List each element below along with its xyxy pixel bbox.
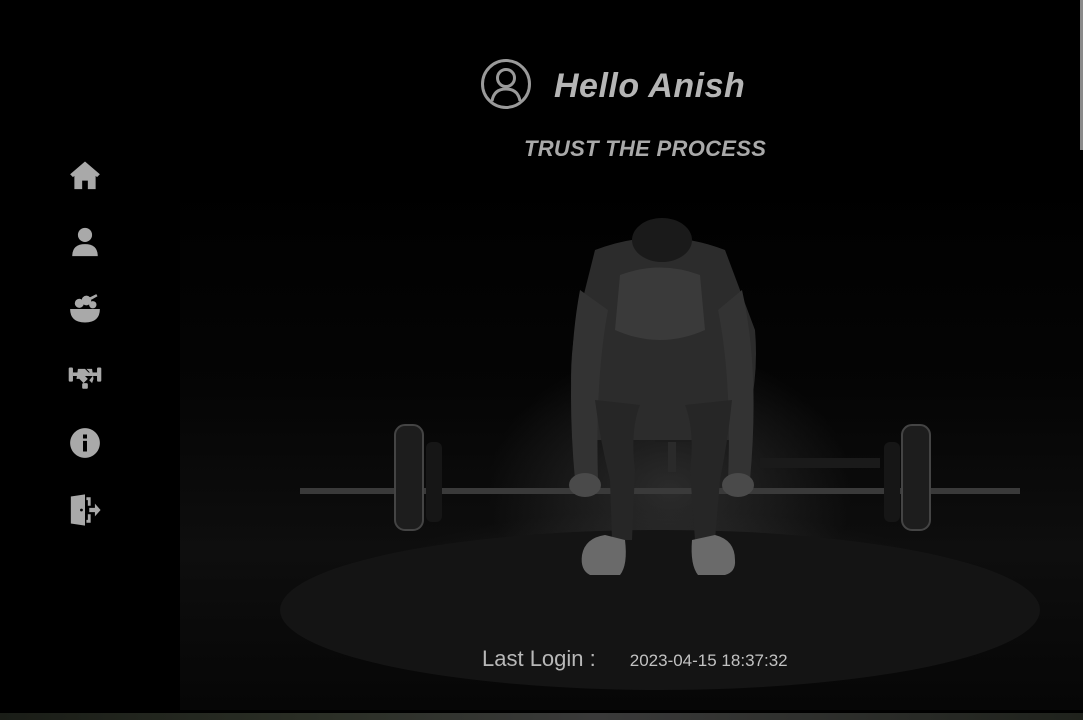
dashboard: Hello Anish TRUST THE PROCESS Last Login… [0,0,1083,720]
home-icon [70,161,100,190]
nav-diet[interactable] [60,289,110,329]
last-login: Last Login : 2023-04-15 18:37:32 [482,646,788,672]
dumbbell-handshake-icon [68,367,102,389]
hero-background-image [180,180,1083,710]
last-login-timestamp: 2023-04-15 18:37:32 [629,651,788,670]
nav-about[interactable] [60,423,110,463]
logout-icon [70,494,101,526]
user-circle-icon [481,59,531,109]
user-icon [72,227,98,257]
weightlifter-illustration [280,218,1040,690]
greeting-header: Hello Anish [480,58,745,115]
nav-workout[interactable] [60,356,110,396]
avatar[interactable] [480,58,532,115]
tagline: TRUST THE PROCESS [524,136,767,161]
sidebar [60,155,110,557]
bottom-strip [0,713,1083,720]
greeting-text: Hello Anish [554,67,746,105]
last-login-label: Last Login : [482,646,596,671]
info-icon [70,428,100,458]
nav-home[interactable] [60,155,110,195]
nav-logout[interactable] [60,490,110,530]
nav-profile[interactable] [60,222,110,262]
salad-bowl-icon [70,294,100,323]
